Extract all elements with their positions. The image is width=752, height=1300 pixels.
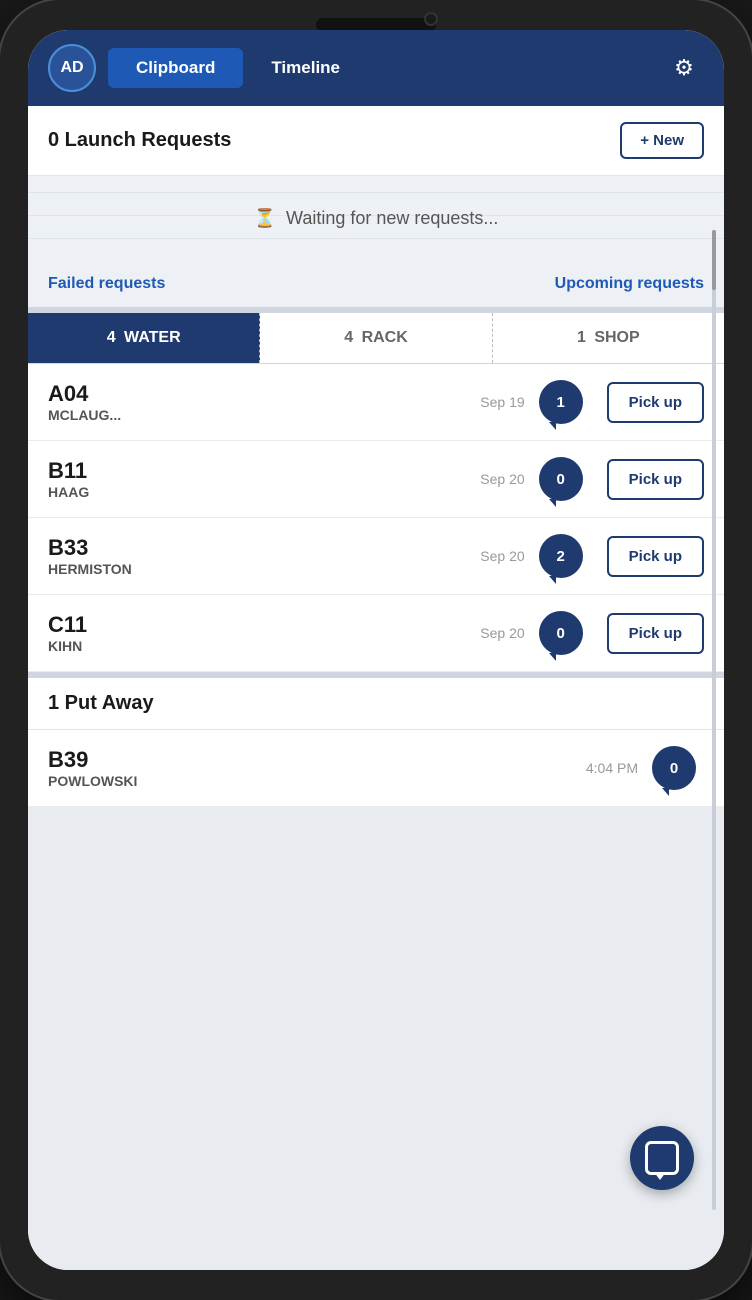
list-item: A04 MCLAUG... Sep 19 1 Pick up — [28, 364, 724, 441]
pickup-button[interactable]: Pick up — [607, 613, 704, 654]
put-away-items-list: B39 POWLOWSKI 4:04 PM 0 — [28, 730, 724, 807]
item-date: Sep 20 — [480, 548, 524, 564]
item-code: A04 — [48, 381, 480, 407]
comment-badge[interactable]: 2 — [539, 534, 583, 578]
waiting-area: ⏳ Waiting for new requests... — [28, 176, 724, 261]
pickup-button[interactable]: Pick up — [607, 536, 704, 577]
item-name: MCLAUG... — [48, 407, 480, 423]
item-name: KIHN — [48, 638, 480, 654]
item-info: B11 HAAG — [48, 458, 480, 500]
tab-clipboard[interactable]: Clipboard — [108, 48, 243, 88]
app-header: AD Clipboard Timeline ⚙ — [28, 30, 724, 106]
list-item: C11 KIHN Sep 20 0 Pick up — [28, 595, 724, 672]
item-middle: Sep 20 0 — [480, 611, 582, 655]
item-code: B33 — [48, 535, 480, 561]
item-code: C11 — [48, 612, 480, 638]
pickup-button[interactable]: Pick up — [607, 382, 704, 423]
list-item: B33 HERMISTON Sep 20 2 Pick up — [28, 518, 724, 595]
item-info: A04 MCLAUG... — [48, 381, 480, 423]
new-request-button[interactable]: + New — [620, 122, 704, 159]
launch-requests-title: 0 Launch Requests — [48, 129, 231, 152]
item-middle: Sep 19 1 — [480, 380, 582, 424]
tab-shop[interactable]: 1 SHOP — [493, 313, 724, 363]
rack-count: 4 — [344, 329, 353, 346]
item-middle: Sep 20 2 — [480, 534, 582, 578]
user-avatar[interactable]: AD — [48, 44, 96, 92]
item-info: B33 HERMISTON — [48, 535, 480, 577]
item-info: B39 POWLOWSKI — [48, 747, 586, 789]
list-item: B39 POWLOWSKI 4:04 PM 0 — [28, 730, 724, 807]
item-code: B39 — [48, 747, 586, 773]
settings-button[interactable]: ⚙ — [664, 48, 704, 88]
shop-count: 1 — [577, 329, 586, 346]
tab-rack[interactable]: 4 RACK — [260, 313, 492, 363]
hourglass-icon: ⏳ — [254, 208, 276, 228]
put-away-title: 1 Put Away — [48, 692, 154, 714]
comment-badge[interactable]: 0 — [539, 611, 583, 655]
waiting-text: ⏳ Waiting for new requests... — [254, 208, 499, 228]
tab-timeline[interactable]: Timeline — [243, 48, 368, 88]
links-row: Failed requests Upcoming requests — [28, 261, 724, 307]
put-away-header: 1 Put Away — [28, 672, 724, 730]
item-date: Sep 20 — [480, 625, 524, 641]
item-code: B11 — [48, 458, 480, 484]
item-name: HAAG — [48, 484, 480, 500]
water-items-list: A04 MCLAUG... Sep 19 1 Pick up B11 HAAG — [28, 364, 724, 672]
waiting-message: Waiting for new requests... — [286, 208, 498, 228]
item-date: Sep 19 — [480, 394, 524, 410]
launch-requests-header: 0 Launch Requests + New — [28, 106, 724, 176]
rack-label: RACK — [362, 329, 408, 346]
tab-water[interactable]: 4 WATER — [28, 313, 260, 363]
tab-group: Clipboard Timeline — [108, 48, 652, 88]
item-middle: Sep 20 0 — [480, 457, 582, 501]
item-info: C11 KIHN — [48, 612, 480, 654]
comment-badge[interactable]: 0 — [652, 746, 696, 790]
water-count: 4 — [107, 329, 116, 346]
list-item: B11 HAAG Sep 20 0 Pick up — [28, 441, 724, 518]
item-name: POWLOWSKI — [48, 773, 586, 789]
upcoming-requests-link[interactable]: Upcoming requests — [555, 275, 704, 293]
comment-badge[interactable]: 1 — [539, 380, 583, 424]
chat-icon — [645, 1141, 679, 1175]
comment-badge[interactable]: 0 — [539, 457, 583, 501]
water-label: WATER — [124, 329, 181, 346]
category-tabs: 4 WATER 4 RACK 1 SHOP — [28, 313, 724, 364]
item-date: 4:04 PM — [586, 760, 638, 776]
failed-requests-link[interactable]: Failed requests — [48, 275, 165, 293]
pickup-button[interactable]: Pick up — [607, 459, 704, 500]
scrollbar-track[interactable] — [712, 230, 716, 1210]
shop-label: SHOP — [594, 329, 639, 346]
item-middle: 4:04 PM 0 — [586, 746, 696, 790]
floating-chat-button[interactable] — [630, 1126, 694, 1190]
item-name: HERMISTON — [48, 561, 480, 577]
scrollbar-thumb[interactable] — [712, 230, 716, 290]
item-date: Sep 20 — [480, 471, 524, 487]
